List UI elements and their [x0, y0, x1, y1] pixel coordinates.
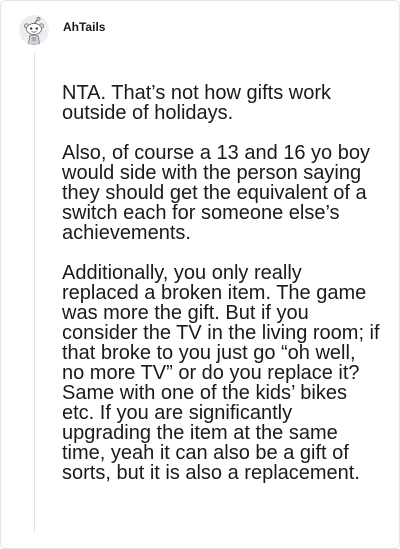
comment-body: NTA. That’s not how gifts work outside o…	[62, 83, 382, 503]
user-avatar[interactable]	[19, 15, 49, 45]
comment-card: AhTails NTA. That’s not how gifts work o…	[0, 0, 400, 549]
thread-line[interactable]	[34, 53, 35, 533]
comment-header: AhTails	[19, 15, 105, 45]
comment-paragraph: Additionally, you only really replaced a…	[62, 262, 380, 484]
snoo-avatar-icon	[19, 15, 49, 45]
comment-author[interactable]: AhTails	[63, 20, 105, 34]
comment-paragraph: Also, of course a 13 and 16 yo boy would…	[62, 142, 370, 244]
comment-paragraph: NTA. That’s not how gifts work outside o…	[62, 82, 331, 124]
